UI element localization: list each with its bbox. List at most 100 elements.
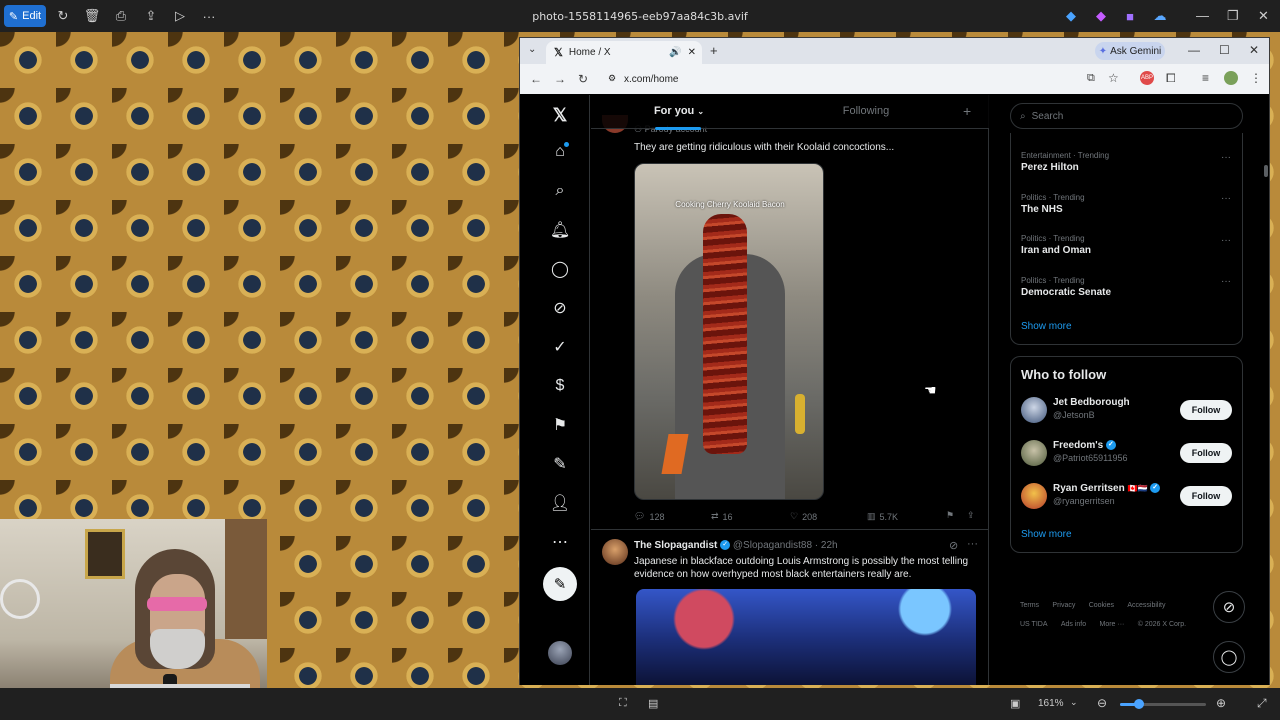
forward-icon[interactable]: → <box>554 72 566 86</box>
zoom-dropdown-icon[interactable]: ⌄ <box>1070 697 1078 708</box>
articles-icon[interactable]: ✎ <box>549 453 571 475</box>
notifications-icon[interactable]: 🔔︎ <box>549 219 571 241</box>
who-to-follow-show-more-link[interactable]: Show more <box>1021 529 1072 540</box>
bookmarks-icon[interactable]: ⚑ <box>549 414 571 436</box>
app-icon-b[interactable]: ◆ <box>1092 7 1110 25</box>
verified-orgs-icon[interactable]: ✓ <box>549 336 571 358</box>
address-bar[interactable]: ⚙ x.com/home <box>602 67 1142 91</box>
back-icon[interactable]: ← <box>530 72 542 86</box>
tab-for-you[interactable]: For you ⌄ <box>631 105 727 117</box>
actual-size-icon[interactable]: ▣ <box>1010 697 1020 710</box>
trends-show-more-link[interactable]: Show more <box>1021 321 1072 332</box>
browser-close-icon[interactable]: ✕ <box>1249 43 1259 57</box>
tweet-video[interactable]: Cooking Cherry Koolaid Bacon <box>634 163 824 500</box>
follow-suggestion[interactable]: Ryan Gerritsen 🇨🇦🇳🇱 ✓ @ryangerritsen <box>1053 483 1161 506</box>
maximize-icon[interactable]: ❐ <box>1227 8 1239 24</box>
browser-maximize-icon[interactable]: ☐ <box>1219 43 1230 57</box>
compose-post-button[interactable]: ✎ <box>543 567 577 601</box>
views-button[interactable]: ▥ 5.7K <box>867 511 898 522</box>
browser-tab[interactable]: 𝕏 Home / X 🔊 ✕ <box>546 41 702 64</box>
fullscreen-icon[interactable]: ⤢ <box>1257 696 1267 711</box>
zoom-out-icon[interactable]: ⊖ <box>1097 696 1107 710</box>
fit-screen-icon[interactable]: ⛶ <box>619 697 627 710</box>
tab-close-icon[interactable]: ✕ <box>688 47 696 58</box>
trend-item[interactable]: Politics · Trending Iran and Oman <box>1021 234 1091 256</box>
trend-more-icon[interactable]: ··· <box>1221 152 1231 163</box>
reply-button[interactable]: 💬︎ 128 <box>634 511 664 522</box>
tweet2-time[interactable]: · 22h <box>815 540 838 551</box>
repost-button[interactable]: ⇄ 16 <box>711 511 733 522</box>
new-tab-icon[interactable]: + <box>710 43 718 58</box>
app-icon-c[interactable]: ■ <box>1121 7 1139 25</box>
extensions-icon[interactable]: ⧠ <box>1166 71 1176 86</box>
follow-button[interactable]: Follow <box>1180 400 1232 420</box>
tweet2-avatar[interactable] <box>602 539 628 565</box>
tweet-more-icon[interactable]: ··· <box>967 538 978 550</box>
explore-icon[interactable]: ⌕ <box>549 180 571 202</box>
follow-button[interactable]: Follow <box>1180 443 1232 463</box>
footer-ads-info[interactable]: Ads info <box>1061 621 1086 628</box>
install-icon[interactable]: ⧉ <box>1087 72 1095 85</box>
footer-more[interactable]: More ··· <box>1099 621 1124 628</box>
follow-button[interactable]: Follow <box>1180 486 1232 506</box>
profile-icon[interactable]: 👤︎ <box>549 492 571 514</box>
avatar[interactable] <box>1021 440 1047 466</box>
tweet2-video[interactable] <box>636 589 976 685</box>
suggestion-handle: @Patriot65911956 <box>1053 453 1128 463</box>
footer-us-tida[interactable]: US TIDA <box>1020 621 1048 628</box>
add-tab-icon[interactable]: + <box>963 103 971 119</box>
zoom-in-icon[interactable]: ⊕ <box>1216 696 1226 710</box>
app-icon-a[interactable]: ◆ <box>1062 7 1080 25</box>
minimize-icon[interactable]: — <box>1196 8 1209 23</box>
bookmark-star-icon[interactable]: ☆ <box>1108 71 1119 85</box>
browser-menu-icon[interactable]: ⋮ <box>1250 71 1262 85</box>
grok-action-icon[interactable]: ⊘ <box>949 539 958 552</box>
cloud-icon[interactable]: ☁ <box>1151 7 1169 25</box>
tweet2-handle[interactable]: @Slopagandist88 <box>733 540 812 551</box>
reload-icon[interactable]: ↻ <box>578 72 588 86</box>
zoom-slider-thumb[interactable] <box>1134 699 1144 709</box>
speaker-icon[interactable]: 🔊 <box>669 47 681 58</box>
chat-icon: ◯ <box>1220 649 1238 666</box>
browser-minimize-icon[interactable]: — <box>1188 43 1200 57</box>
close-icon[interactable]: ✕ <box>1258 8 1269 24</box>
money-icon[interactable]: $ <box>549 375 571 397</box>
footer-terms[interactable]: Terms <box>1020 602 1039 609</box>
follow-suggestion[interactable]: Freedom's ✓ @Patriot65911956 <box>1053 440 1128 463</box>
avatar[interactable] <box>1021 483 1047 509</box>
footer-cookies[interactable]: Cookies <box>1089 602 1114 609</box>
media-controls-icon[interactable]: ≡ <box>1202 71 1209 85</box>
follow-suggestion[interactable]: Jet Bedborough @JetsonB <box>1053 397 1130 420</box>
grok-fab[interactable]: ⊘ <box>1213 591 1245 623</box>
footer-accessibility[interactable]: Accessibility <box>1127 602 1165 609</box>
share-button[interactable]: ⇪ <box>967 510 975 521</box>
x-logo-icon[interactable]: 𝕏 <box>549 104 571 126</box>
more-options-icon[interactable]: ⋯ <box>549 531 571 553</box>
like-button[interactable]: ♡ 208 <box>790 511 817 522</box>
trend-more-icon[interactable]: ··· <box>1221 235 1231 246</box>
tweet2-author-name[interactable]: The Slopagandist <box>634 540 717 551</box>
trend-more-icon[interactable]: ··· <box>1221 276 1231 287</box>
avatar[interactable] <box>1021 397 1047 423</box>
bookmark-button[interactable]: ⚑ <box>946 510 954 521</box>
tab-following[interactable]: Following <box>831 105 901 117</box>
zoom-level[interactable]: 161% <box>1038 698 1064 709</box>
site-info-icon[interactable]: ⚙ <box>608 73 616 84</box>
profile-avatar[interactable] <box>1224 71 1238 85</box>
trend-item[interactable]: Politics · Trending The NHS <box>1021 193 1085 215</box>
trend-item[interactable]: Entertainment · Trending Perez Hilton <box>1021 151 1109 173</box>
messages-icon[interactable]: ◯ <box>549 258 571 280</box>
browser-toolbar: ← → ↻ ⚙ x.com/home ⧉ ☆ ABP ⧠ ≡ ⋮ <box>520 64 1269 94</box>
trend-more-icon[interactable]: ··· <box>1221 193 1231 204</box>
ask-gemini-button[interactable]: ✦ Ask Gemini <box>1095 42 1165 60</box>
tab-search-icon[interactable]: ⌄ <box>528 44 536 55</box>
adblock-icon[interactable]: ABP <box>1140 71 1154 85</box>
messages-fab[interactable]: ◯ <box>1213 641 1245 673</box>
search-input[interactable]: ⌕ Search <box>1010 103 1243 129</box>
account-avatar[interactable] <box>548 641 572 665</box>
footer-privacy[interactable]: Privacy <box>1052 602 1075 609</box>
grok-icon[interactable]: ⊘ <box>549 297 571 319</box>
scrollbar-thumb[interactable] <box>1264 165 1268 177</box>
filmstrip-icon[interactable]: ▤ <box>648 697 658 710</box>
trend-item[interactable]: Politics · Trending Democratic Senate <box>1021 276 1111 298</box>
